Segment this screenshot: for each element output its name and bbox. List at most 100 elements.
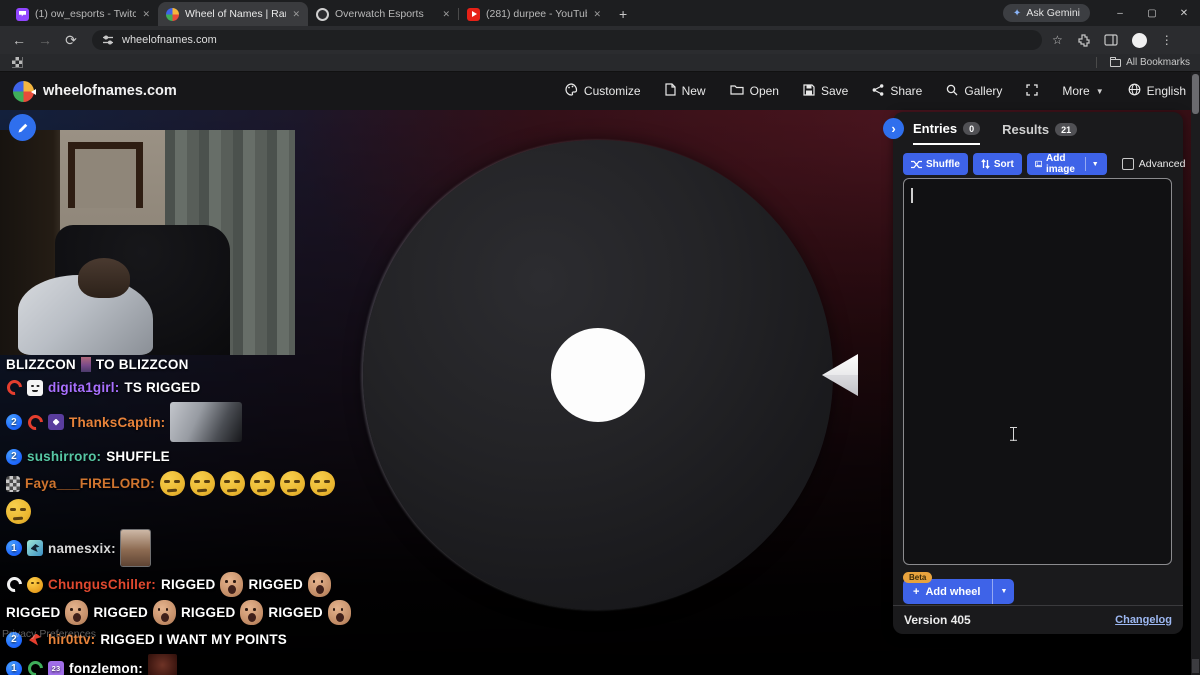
menu-item-label: More [1062, 84, 1089, 98]
scrollbar-end [1192, 659, 1199, 673]
tab-results[interactable]: Results 21 [1002, 122, 1077, 144]
youtube-favicon-icon [467, 8, 480, 21]
unamused-emote-icon [190, 471, 215, 496]
advanced-toggle[interactable]: Advanced [1122, 158, 1186, 170]
sprite-emote-icon [81, 357, 91, 372]
ibeam-cursor [1010, 427, 1017, 441]
tab-close-icon[interactable]: ✕ [292, 9, 300, 20]
site-header: wheelofnames.com Customize New Open Save Sha… [0, 72, 1200, 110]
chat-text: SHUFFLE [106, 448, 170, 465]
maximize-button[interactable]: ▢ [1136, 0, 1168, 26]
site-title: wheelofnames.com [43, 83, 177, 99]
tab-close-icon[interactable]: ✕ [593, 9, 601, 20]
page-scrollbar[interactable] [1191, 72, 1200, 675]
menu-kebab-icon[interactable]: ⋮ [1161, 33, 1173, 47]
chat-text: BLIZZCON [6, 356, 76, 373]
edit-fab-button[interactable] [9, 114, 36, 141]
menu-item-more[interactable]: More▼ [1062, 84, 1103, 98]
wheel-favicon-icon [166, 8, 179, 21]
menu-item-label: Save [821, 84, 848, 98]
tab-entries[interactable]: Entries 0 [913, 121, 980, 145]
chat-username[interactable]: digita1girl: [48, 379, 119, 396]
spinning-wheel[interactable] [363, 140, 833, 610]
menu-item-english[interactable]: English [1128, 83, 1186, 99]
advanced-checkbox[interactable] [1122, 158, 1134, 170]
browser-tab-2[interactable]: Wheel of Names | Random nam✕ [158, 2, 308, 26]
menu-item-label: Customize [584, 84, 641, 98]
chat-username[interactable]: ChungusChiller: [48, 576, 156, 593]
bookmark-star-icon[interactable]: ☆ [1052, 33, 1063, 47]
back-button[interactable]: ← [6, 32, 32, 48]
menu-item-save[interactable]: Save [803, 84, 848, 99]
image-icon [1035, 159, 1042, 169]
webcam-headboard [68, 142, 143, 208]
ask-gemini-button[interactable]: ✦ Ask Gemini [1003, 4, 1090, 22]
chat-badge-num-blue: 2 [6, 449, 22, 465]
changelog-link[interactable]: Changelog [1115, 614, 1172, 626]
menu-item-share[interactable]: Share [872, 84, 922, 99]
all-bookmarks-button[interactable]: All Bookmarks [1096, 57, 1190, 68]
add-image-dropdown-icon[interactable]: ▼ [1092, 161, 1099, 168]
panel-footer: Version 405 Changelog [893, 605, 1183, 634]
chat-badge-smile-white [27, 380, 43, 396]
chat-username[interactable]: sushirroro: [27, 448, 101, 465]
chat-username[interactable]: namesxix: [48, 540, 116, 557]
bookmarks-bar: All Bookmarks [0, 54, 1200, 72]
chat-username[interactable]: Faya___FIRELORD: [25, 475, 155, 492]
menu-item-customize[interactable]: Customize [565, 83, 641, 99]
rigged-emote-icon [308, 572, 331, 597]
chat-message: 123fonzlemon: [6, 654, 362, 675]
chat-username[interactable]: ThanksCaptin: [69, 414, 165, 431]
shuffle-button[interactable]: Shuffle [903, 153, 968, 175]
profile-avatar[interactable] [1132, 33, 1147, 48]
site-brand[interactable]: wheelofnames.com [13, 81, 177, 102]
apps-grid-icon[interactable] [12, 57, 23, 68]
menu-item-gallery[interactable]: Gallery [946, 84, 1002, 99]
scrollbar-thumb[interactable] [1192, 74, 1199, 114]
browser-tab-1[interactable]: (1) ow_esports - Twitch✕ [8, 2, 158, 26]
chat-username[interactable]: fonzlemon: [69, 660, 143, 675]
sort-button[interactable]: Sort [973, 153, 1022, 175]
menu-item-label: Open [750, 84, 779, 98]
chat-message: BLIZZCON TO BLIZZCON [6, 356, 362, 373]
new-tab-button[interactable]: + [609, 6, 637, 26]
close-window-button[interactable]: ✕ [1168, 0, 1200, 26]
chat-text: TO BLIZZCON [96, 356, 189, 373]
collapse-panel-button[interactable]: › [883, 118, 904, 139]
forward-button[interactable]: → [32, 32, 58, 48]
menu-item-label: Share [890, 84, 922, 98]
folder-icon [1110, 59, 1121, 67]
tab-close-icon[interactable]: ✕ [442, 9, 450, 20]
minimize-button[interactable]: – [1104, 0, 1136, 26]
site-settings-icon[interactable] [102, 34, 114, 46]
side-panel-icon[interactable] [1104, 34, 1118, 46]
browser-tab-3[interactable]: Overwatch Esports✕ [308, 2, 458, 26]
webcam-person-head [78, 258, 130, 298]
add-wheel-dropdown-icon[interactable]: ▼ [993, 579, 1014, 604]
add-image-button[interactable]: Add image ▼ [1027, 153, 1107, 175]
webcam-feed [0, 130, 295, 355]
tab-strip: (1) ow_esports - Twitch✕Wheel of Names |… [0, 0, 1200, 26]
chat-badge-square-purple [48, 414, 64, 430]
menu-item-fullscreen[interactable] [1026, 84, 1038, 99]
browser-tab-4[interactable]: (281) durpee - YouTube✕ [459, 2, 609, 26]
chat-message: Faya___FIRELORD: [6, 471, 362, 524]
unamused-emote-icon [6, 499, 31, 524]
entries-textarea[interactable] [903, 178, 1172, 565]
pencil-icon [17, 122, 29, 134]
panel-tabs: › Entries 0 Results 21 [893, 112, 1183, 145]
sort-icon [981, 159, 990, 169]
unamused-emote-icon [220, 471, 245, 496]
reload-button[interactable]: ⟳ [58, 32, 84, 49]
unamused-emote-icon [280, 471, 305, 496]
gemini-sparkle-icon: ✦ [1013, 8, 1021, 19]
privacy-preferences-link[interactable]: Privacy Preferences [2, 628, 96, 640]
menu-item-label: English [1147, 84, 1186, 98]
tab-close-icon[interactable]: ✕ [142, 9, 150, 20]
menu-item-new[interactable]: New [665, 83, 706, 99]
chat-text: RIGGED [268, 604, 322, 621]
extensions-icon[interactable] [1077, 34, 1090, 47]
address-bar[interactable]: wheelofnames.com [92, 30, 1042, 50]
menu-item-open[interactable]: Open [730, 84, 779, 98]
browser-window: (1) ow_esports - Twitch✕Wheel of Names |… [0, 0, 1200, 675]
